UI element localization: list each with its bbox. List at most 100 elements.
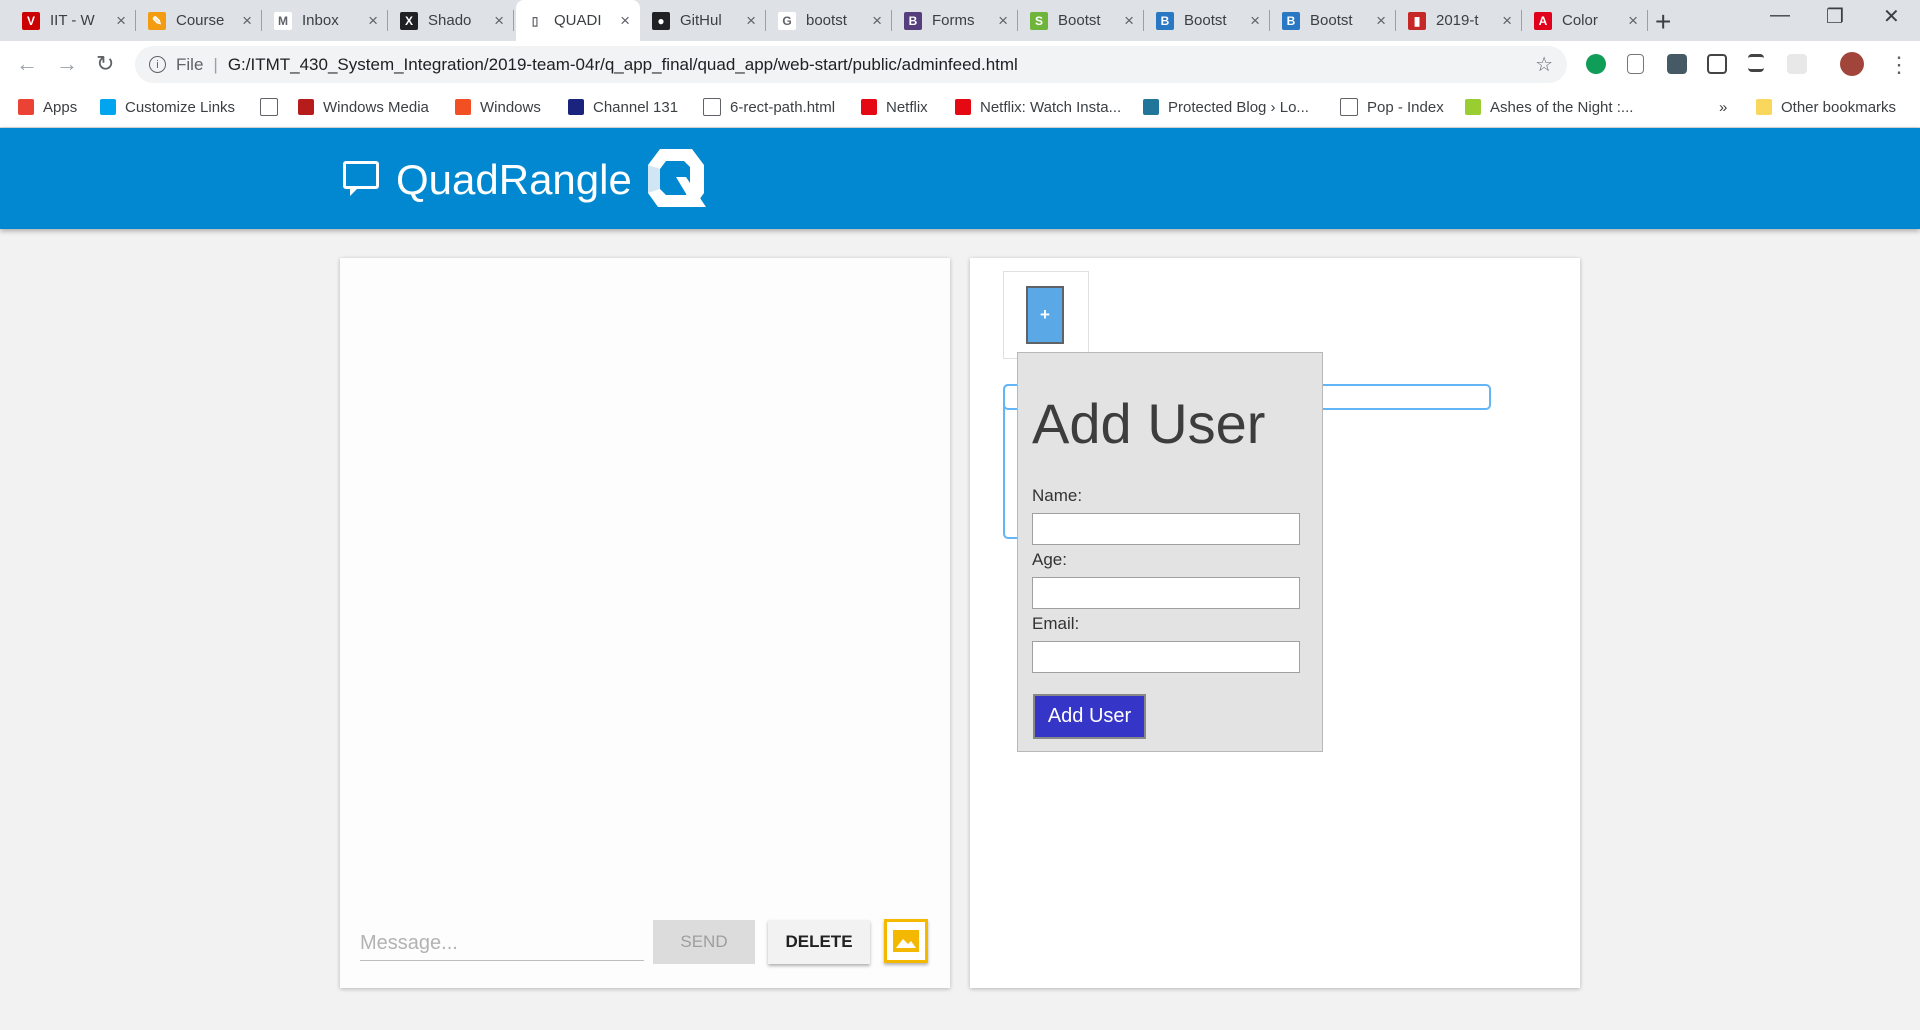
tab-close-icon[interactable]: × [242,11,252,31]
tab-close-icon[interactable]: × [620,11,630,31]
bookmarks-bar: Apps Customize Links Windows Media Windows C… [0,88,1920,128]
message-input[interactable] [360,926,644,961]
reload-icon[interactable]: ↻ [96,51,114,77]
browser-tab[interactable]: B Bootst × [1146,0,1270,41]
browser-tab[interactable]: X Shado × [390,0,514,41]
age-field[interactable] [1032,577,1300,609]
tab-close-icon[interactable]: × [494,11,504,31]
browser-tab-strip: V IIT - W × ✎ Course × M Inbox × X Shado × ▯ QUADI × ● G… [0,0,1920,41]
tab-title: Bootst [1184,12,1227,29]
browser-tab[interactable]: ▯ QUADI × [516,0,640,41]
browser-tab[interactable]: B Forms × [894,0,1018,41]
bookmark-item[interactable]: Pop - Index [1340,88,1444,126]
bookmark-item[interactable]: Protected Blog › Lo... [1143,88,1309,126]
age-label: Age: [1032,550,1067,569]
bookmark-label: Netflix [886,98,928,116]
info-icon[interactable]: i [149,56,166,73]
scheme-label: File [176,54,204,74]
bookmark-star-icon[interactable]: ☆ [1535,52,1553,77]
url-text[interactable]: G:/ITMT_430_System_Integration/2019-team… [228,55,1018,75]
bookmark-item[interactable]: Netflix: Watch Insta... [955,88,1121,126]
bookmark-label: 6-rect-path.html [730,98,836,116]
page-icon [703,98,721,116]
browser-tab[interactable]: ✎ Course × [138,0,262,41]
browser-tab[interactable]: S Bootst × [1020,0,1144,41]
browser-tab[interactable]: V IIT - W × [12,0,136,41]
tab-close-icon[interactable]: × [1124,11,1134,31]
extension-doc-icon[interactable] [1627,54,1644,74]
bookmark-label: Channel 131 [593,98,679,116]
tab-title: bootst [806,12,847,29]
browser-tab[interactable]: A Color × [1524,0,1648,41]
gmail-icon: M [274,11,292,30]
profile-avatar[interactable] [1840,52,1864,76]
minimize-icon[interactable]: — [1770,4,1790,27]
channel-icon [568,99,584,115]
back-icon[interactable]: ← [16,51,38,77]
name-field[interactable] [1032,513,1300,545]
browser-tab[interactable]: Gbootst × [768,0,892,41]
bookmark-item[interactable]: 6-rect-path.html [703,88,835,126]
admin-panel: + Add User Name: Age: Email: Add User [970,258,1580,988]
add-user-submit-button[interactable]: Add User [1033,694,1146,739]
tab-close-icon[interactable]: × [746,11,756,31]
bookmark-item[interactable]: Channel 131 [568,88,678,126]
close-window-icon[interactable]: ✕ [1883,4,1900,29]
bookmark-item[interactable]: Apps [18,88,77,126]
tab-title: Forms [932,12,975,29]
tab-close-icon[interactable]: × [116,11,126,31]
bookmark-item[interactable]: Windows [455,88,541,126]
address-bar[interactable]: i File | G:/ITMT_430_System_Integration/… [135,46,1567,83]
email-field[interactable] [1032,641,1300,673]
page-icon [1340,98,1358,116]
bookmark-item[interactable]: Windows Media [298,88,429,126]
image-upload-button[interactable] [884,919,928,963]
extension-blank-icon[interactable] [1787,54,1807,74]
browser-tab[interactable]: ▮ 2019-t × [1398,0,1522,41]
tab-close-icon[interactable]: × [368,11,378,31]
menu-kebab-icon[interactable]: ⋮ [1888,52,1910,78]
tab-close-icon[interactable]: × [1376,11,1386,31]
tab-close-icon[interactable]: × [1502,11,1512,31]
tab-close-icon[interactable]: × [1628,11,1638,31]
delete-button[interactable]: DELETE [768,920,870,964]
bookmark-label: Ashes of the Night :... [1490,98,1634,116]
bookmark-label: Windows Media [323,98,429,116]
tab-close-icon[interactable]: × [872,11,882,31]
forward-icon[interactable]: → [56,51,78,77]
netflix-icon [955,99,971,115]
extension-list-icon[interactable] [1748,54,1764,72]
image-icon [893,930,919,952]
page-icon: ▯ [526,11,544,30]
bookmarks-overflow-icon[interactable]: » [1719,88,1727,126]
extension-p-icon[interactable] [1667,54,1687,74]
apps-grid-icon [18,99,34,115]
email-label: Email: [1032,614,1080,633]
page-icon [260,98,278,116]
browser-tab[interactable]: M Inbox × [264,0,388,41]
chat-panel: SEND DELETE [340,258,950,988]
add-user-toggle-button[interactable]: + [1026,286,1064,344]
wordpress-icon [1143,99,1159,115]
bookmark-item[interactable]: Ashes of the Night :... [1465,88,1633,126]
github-icon: ● [652,11,670,30]
other-bookmarks[interactable]: Other bookmarks [1756,88,1896,126]
bookmark-item[interactable]: Customize Links [100,88,235,126]
new-tab-button[interactable]: + [1655,6,1671,38]
tab-close-icon[interactable]: × [1250,11,1260,31]
tab-title: Bootst [1058,12,1101,29]
bookmark-item[interactable]: Netflix [861,88,928,126]
tab-close-icon[interactable]: × [998,11,1008,31]
extension-camera-icon[interactable] [1707,54,1727,74]
bootsnipp-icon: S [1030,11,1048,30]
maximize-icon[interactable]: ❐ [1826,4,1844,29]
send-button[interactable]: SEND [653,920,755,964]
app-header: QuadRangle [0,128,1920,229]
tab-title: QUADI [554,12,602,29]
extension-green-icon[interactable] [1586,54,1606,74]
bookmark-item[interactable] [260,88,287,126]
browser-tab[interactable]: B Bootst × [1272,0,1396,41]
tab-title: Shado [428,12,472,29]
browser-tab[interactable]: ● GitHul × [642,0,766,41]
bookmark-label: Apps [43,98,78,116]
